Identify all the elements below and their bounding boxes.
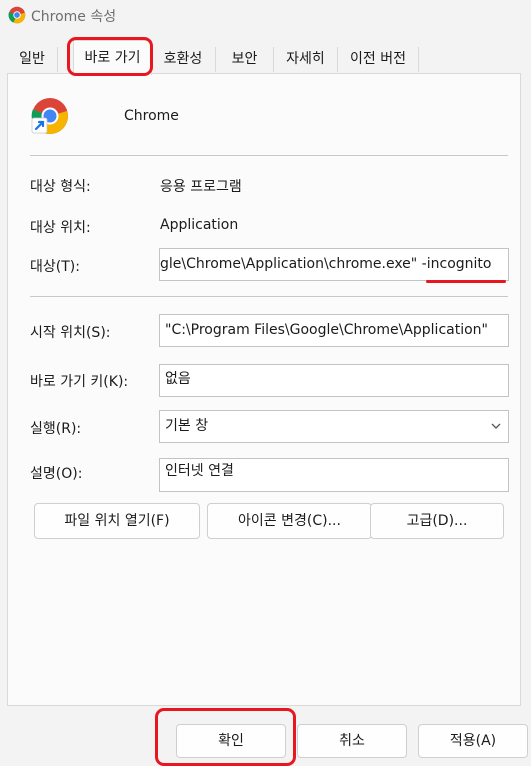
tab-strip: 일반 바로 가기 호환성 보안 자세히 이전 버전 xyxy=(0,40,531,75)
divider xyxy=(30,296,508,297)
divider xyxy=(30,155,508,156)
tab-shortcut[interactable]: 바로 가기 xyxy=(73,40,152,75)
target-value: gle\Chrome\Application\chrome.exe" -inco… xyxy=(160,256,492,272)
change-icon-button[interactable]: 아이콘 변경(C)... xyxy=(207,503,372,539)
shortcut-key-input[interactable]: 없음 xyxy=(159,364,509,397)
tab-compatibility[interactable]: 호환성 xyxy=(151,47,216,72)
run-value: 기본 창 xyxy=(165,418,209,434)
comment-input[interactable]: 인터넷 연결 xyxy=(159,458,509,492)
chrome-icon xyxy=(8,6,26,24)
shortcut-key-label: 바로 가기 키(K): xyxy=(30,374,129,390)
comment-value: 인터넷 연결 xyxy=(165,463,234,479)
ok-button[interactable]: 확인 xyxy=(176,724,286,758)
dialog-footer: 확인 취소 적용(A) xyxy=(0,706,531,764)
apply-button[interactable]: 적용(A) xyxy=(418,724,528,758)
target-type-label: 대상 형식: xyxy=(30,179,91,195)
target-location-value: Application xyxy=(160,217,239,233)
comment-label: 설명(O): xyxy=(30,466,83,482)
tab-general[interactable]: 일반 xyxy=(7,47,58,72)
chevron-down-icon xyxy=(491,423,501,429)
shortcut-name: Chrome xyxy=(124,108,179,124)
target-input[interactable]: gle\Chrome\Application\chrome.exe" -inco… xyxy=(159,248,509,281)
target-label: 대상(T): xyxy=(30,259,80,275)
tab-previous-versions[interactable]: 이전 버전 xyxy=(338,47,419,72)
title-bar: Chrome 속성 xyxy=(0,0,531,32)
window-title: Chrome 속성 xyxy=(31,9,117,25)
shortcut-key-value: 없음 xyxy=(165,371,191,387)
start-in-value: "C:\Program Files\Google\Chrome\Applicat… xyxy=(165,322,488,338)
shortcut-panel: Chrome 대상 형식: 응용 프로그램 대상 위치: Application… xyxy=(7,73,521,706)
chrome-shortcut-icon xyxy=(31,98,68,135)
start-in-label: 시작 위치(S): xyxy=(30,325,111,341)
target-location-label: 대상 위치: xyxy=(30,220,91,236)
incognito-underline-annotation xyxy=(426,280,506,283)
advanced-button[interactable]: 고급(D)... xyxy=(370,503,504,539)
open-file-location-button[interactable]: 파일 위치 열기(F) xyxy=(34,503,200,539)
tab-security[interactable]: 보안 xyxy=(216,47,274,72)
start-in-input[interactable]: "C:\Program Files\Google\Chrome\Applicat… xyxy=(159,314,509,347)
target-type-value: 응용 프로그램 xyxy=(160,179,242,195)
run-select[interactable]: 기본 창 xyxy=(159,410,509,443)
run-label: 실행(R): xyxy=(30,421,82,437)
tab-details[interactable]: 자세히 xyxy=(274,47,338,72)
cancel-button[interactable]: 취소 xyxy=(297,724,407,758)
